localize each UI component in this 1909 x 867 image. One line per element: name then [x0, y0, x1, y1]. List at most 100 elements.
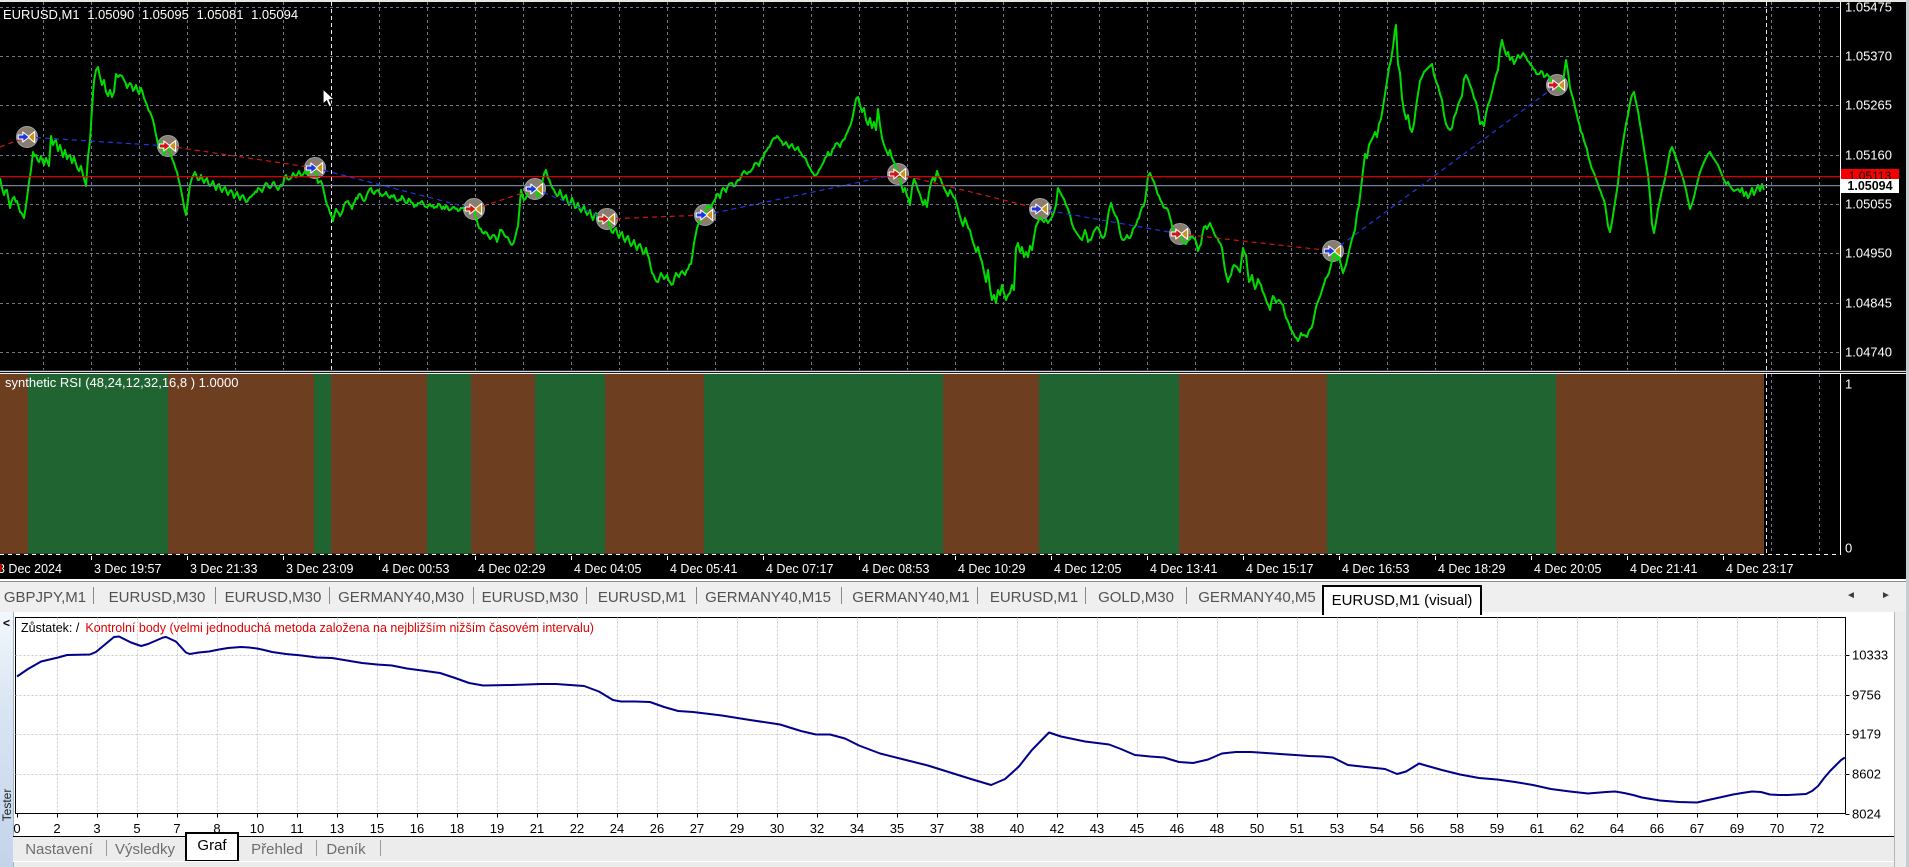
trade-axis-label: 69	[1729, 821, 1745, 836]
tab-scroll-left-icon[interactable]: ◄	[1846, 590, 1856, 601]
trade-axis-label: 13	[329, 821, 345, 836]
time-axis-tick	[859, 556, 860, 560]
trade-axis-label: 0	[13, 821, 21, 836]
indicator-label: synthetic RSI (48,24,12,32,16,8 ) 1.0000	[5, 375, 239, 390]
pane-separator-top[interactable]	[0, 370, 1909, 372]
rsi-band-neg	[471, 374, 535, 554]
time-axis-label: 4 Dec 20:05	[1534, 561, 1602, 576]
trade-axis-label: 45	[1129, 821, 1145, 836]
chart-tab-separator	[977, 587, 978, 604]
chart-tab[interactable]: EURUSD,M1	[990, 589, 1078, 606]
price-axis-label: 1.04740	[1845, 344, 1892, 360]
tester-tab-separator	[106, 840, 107, 856]
trade-axis-label: 40	[1009, 821, 1025, 836]
trade-axis-label: 11	[290, 821, 304, 836]
chart-tab-separator	[329, 587, 330, 604]
indicator-scale-top: 1	[1845, 376, 1853, 392]
trade-axis-label: 21	[529, 821, 545, 836]
time-axis-tick	[187, 556, 188, 560]
rsi-band-neg	[331, 374, 427, 554]
chart-tab-active[interactable]: EURUSD,M1 (visual)	[1322, 584, 1482, 615]
time-axis-label: 4 Dec 16:53	[1342, 561, 1410, 576]
time-axis-tick	[1339, 556, 1340, 560]
mouse-cursor	[322, 88, 336, 108]
chart-open-value: 1.05090	[87, 7, 135, 22]
trade-axis-label: 48	[1209, 821, 1225, 836]
chart-tab[interactable]: GERMANY40,M1	[852, 589, 970, 606]
time-axis-label: 4 Dec 18:29	[1438, 561, 1506, 576]
trade-axis-label: 46	[1169, 821, 1185, 836]
rsi-band-pos	[28, 374, 168, 554]
trade-axis-label: 37	[929, 821, 945, 836]
time-axis-label: 4 Dec 12:05	[1054, 561, 1122, 576]
trade-axis-label: 72	[1809, 821, 1825, 836]
balance-plot-border	[15, 617, 1846, 814]
tester-tab-bar: Nastavení Výsledky Graf Přehled Deník	[13, 832, 1894, 862]
balance-axis-label: 9179	[1852, 726, 1881, 742]
time-axis-label: 4 Dec 13:41	[1150, 561, 1218, 576]
price-axis-label: 1.05160	[1845, 147, 1892, 163]
pane-separator-bottom[interactable]	[0, 372, 1909, 374]
chart-tab[interactable]: EURUSD,M30	[225, 589, 322, 606]
trade-axis-label: 34	[849, 821, 865, 836]
chart-tab-separator	[215, 587, 216, 604]
balance-series-label: Zůstatek: /	[21, 621, 80, 635]
tester-tab[interactable]: Nastavení	[25, 841, 93, 858]
tester-tab-active[interactable]: Graf	[185, 832, 239, 862]
mt4-terminal-window: EURUSD,M1 1.05090 1.05095 1.05081 1.0509…	[0, 0, 1909, 867]
time-axis-label: 4 Dec 08:53	[862, 561, 930, 576]
chart-tab[interactable]: EURUSD,M1	[598, 589, 686, 606]
time-axis-label: 4 Dec 00:53	[382, 561, 450, 576]
rsi-band-neg	[0, 374, 28, 554]
tab-scroll-right-icon[interactable]: ►	[1881, 590, 1891, 601]
trade-axis-label: 66	[1649, 821, 1665, 836]
trade-axis-label: 58	[1449, 821, 1465, 836]
rsi-band-neg	[1179, 374, 1327, 554]
chart-tab-separator	[1085, 587, 1086, 604]
chart-tab[interactable]: GERMANY40,M30	[338, 589, 464, 606]
trade-axis-label: 61	[1529, 821, 1545, 836]
time-axis-label: 4 Dec 05:41	[670, 561, 738, 576]
price-chart-canvas[interactable]	[0, 0, 1909, 581]
chart-low-value: 1.05081	[196, 7, 244, 22]
rsi-band-pos	[1039, 374, 1179, 554]
trade-axis-label: 54	[1369, 821, 1385, 836]
tester-tab[interactable]: Deník	[326, 841, 365, 858]
chart-tab[interactable]: EURUSD,M30	[482, 589, 579, 606]
chart-tab-separator	[1186, 587, 1187, 604]
price-axis-label: 1.05265	[1845, 97, 1892, 113]
chart-tab[interactable]: EURUSD,M30	[109, 589, 206, 606]
trade-axis-label: 24	[609, 821, 625, 836]
chart-tab-separator	[841, 587, 842, 604]
trade-axis-label: 51	[1289, 821, 1305, 836]
rsi-band-pos	[535, 374, 605, 554]
time-axis-tick	[667, 556, 668, 560]
time-axis-label: 4 Dec 04:05	[574, 561, 642, 576]
chart-tab[interactable]: GERMANY40,M15	[705, 589, 831, 606]
chart-tab[interactable]: GOLD,M30	[1098, 589, 1174, 606]
chart-tab[interactable]: GBPJPY,M1	[4, 589, 86, 606]
rsi-band-pos	[427, 374, 471, 554]
chart-close-value: 1.05094	[251, 7, 299, 22]
bid-badge-value: 1.05094	[1847, 179, 1893, 193]
trade-axis-label: 15	[369, 821, 385, 836]
trade-axis-label: 19	[489, 821, 505, 836]
trade-axis-label: 50	[1249, 821, 1265, 836]
tester-tab-separator	[316, 840, 317, 856]
time-axis-label: 4 Dec 02:29	[478, 561, 546, 576]
time-axis-tick	[1627, 556, 1628, 560]
trade-axis-label: 27	[689, 821, 705, 836]
tester-tab[interactable]: Výsledky	[115, 841, 175, 858]
trade-axis-label: 18	[449, 821, 465, 836]
trade-axis-label: 29	[729, 821, 745, 836]
ask-badge-value: 1.05113	[1848, 169, 1892, 179]
trade-axis-label: 53	[1329, 821, 1345, 836]
balance-axis-label: 8602	[1852, 766, 1881, 782]
balance-axis-label: 9756	[1852, 687, 1881, 703]
time-axis-tick	[1723, 556, 1724, 560]
chart-tab[interactable]: GERMANY40,M5	[1198, 589, 1316, 606]
tester-tab[interactable]: Přehled	[251, 841, 303, 858]
rsi-band-pos	[1327, 374, 1556, 554]
time-axis-label: 3 Dec 23:09	[286, 561, 354, 576]
tester-bottom-highlight	[13, 861, 1894, 862]
